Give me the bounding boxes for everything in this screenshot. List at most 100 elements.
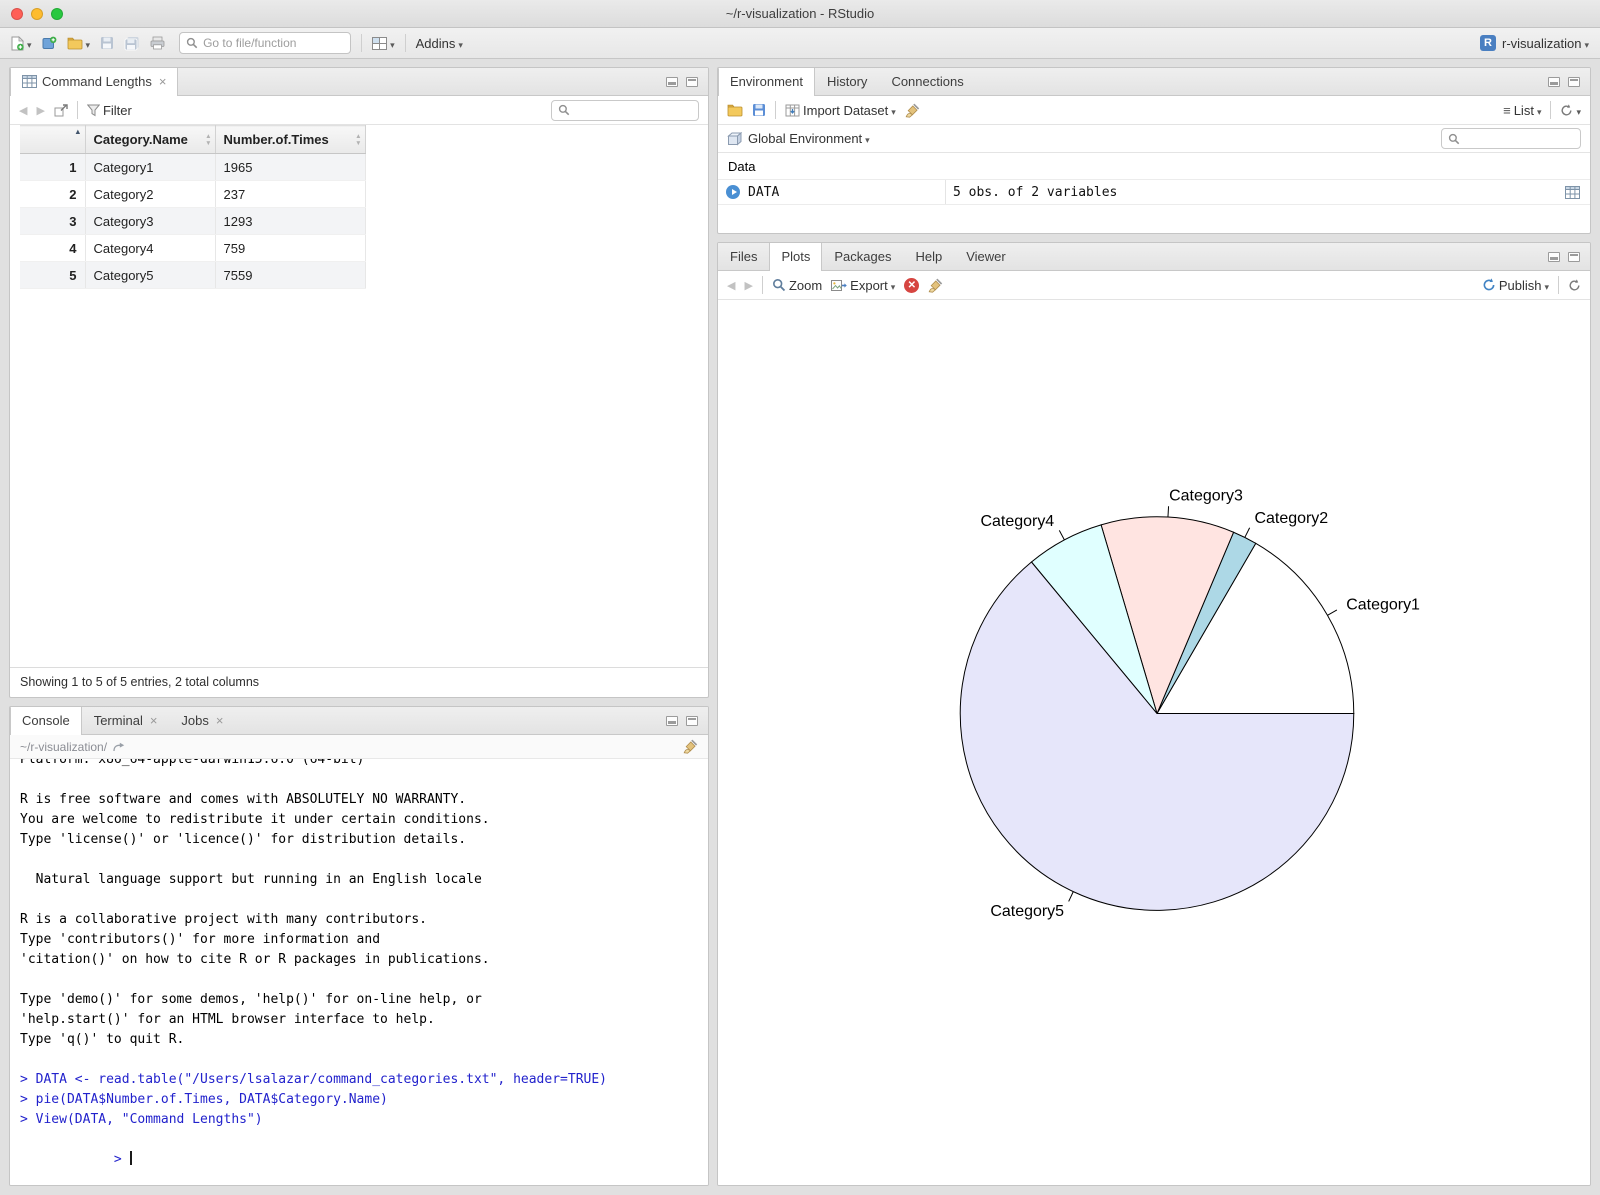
save-all-button[interactable]	[124, 36, 140, 51]
filter-button[interactable]: Filter	[86, 102, 132, 118]
import-dataset-button[interactable]: Import Dataset	[785, 103, 896, 118]
new-project-button[interactable]	[42, 36, 57, 50]
remove-plot-icon[interactable]	[904, 277, 920, 293]
save-button[interactable]	[100, 36, 114, 50]
close-icon[interactable]: ×	[159, 75, 167, 88]
table-row[interactable]: 5 Category5 7559	[20, 261, 366, 289]
export-label: Export	[850, 277, 888, 293]
clear-all-plots-broom-icon[interactable]	[928, 278, 943, 293]
fullscreen-window-button[interactable]	[51, 7, 63, 20]
caret-down-icon	[1576, 103, 1581, 118]
tab-plots[interactable]: Plots	[769, 243, 823, 271]
filter-label: Filter	[102, 102, 132, 118]
load-workspace-icon[interactable]	[727, 104, 743, 117]
tab-jobs[interactable]: Jobs ×	[169, 707, 235, 734]
pane-layout-button[interactable]	[372, 36, 395, 51]
pie-chart: Category1 Category2 Category3 Category4 Cate…	[959, 487, 1420, 920]
refresh-plot-icon[interactable]	[1568, 278, 1581, 292]
next-plot-icon[interactable]: ▶	[744, 279, 752, 292]
tab-command-lengths[interactable]: Command Lengths ×	[10, 68, 179, 96]
environment-object-list: DATA 5 obs. of 2 variables	[718, 179, 1590, 205]
tab-help[interactable]: Help	[903, 243, 954, 270]
console-lines: Platform: x86_64-apple-darwin15.6.0 (64-…	[20, 759, 698, 1130]
table-search-input[interactable]	[575, 103, 692, 117]
data-table-area: Category.Name Number.of.Times 1Category1…	[10, 125, 708, 667]
table-row[interactable]: 1 Category1 1965	[20, 153, 366, 181]
back-icon[interactable]: ◀	[19, 104, 27, 117]
tab-environment[interactable]: Environment	[718, 68, 815, 96]
import-dataset-label: Import Dataset	[803, 102, 889, 118]
number-of-times-cell: 1293	[215, 207, 366, 235]
console-input-line: > View(DATA, "Command Lengths")	[20, 1112, 263, 1127]
tab-connections[interactable]: Connections	[879, 68, 975, 95]
addins-button[interactable]: Addins	[416, 36, 463, 51]
popout-window-icon[interactable]	[54, 103, 68, 117]
tab-history[interactable]: History	[815, 68, 879, 95]
close-icon[interactable]: ×	[216, 714, 224, 727]
save-icon	[100, 36, 114, 50]
maximize-pane-icon[interactable]	[1568, 76, 1580, 87]
environment-scope-selector[interactable]: Global Environment	[748, 131, 870, 146]
console-prompt-line: >	[20, 1130, 698, 1185]
environment-object-row[interactable]: DATA 5 obs. of 2 variables	[718, 179, 1590, 205]
export-button[interactable]: Export	[831, 278, 895, 293]
table-row[interactable]: 4 Category4 759	[20, 234, 366, 262]
toolbar-separator	[1558, 276, 1559, 294]
column-header-number-of-times[interactable]: Number.of.Times	[215, 125, 366, 154]
left-column: Command Lengths × ◀ ▶ Filter ▲ Category.…	[9, 67, 709, 1186]
view-table-icon[interactable]	[1565, 185, 1590, 199]
forward-icon[interactable]: ▶	[36, 104, 44, 117]
print-button[interactable]	[150, 36, 165, 50]
console-input-line: > DATA <- read.table("/Users/lsalazar/co…	[20, 1072, 607, 1087]
plots-toolbar: ◀ ▶ Zoom Export ▾ ✕ Publish ▾	[718, 271, 1590, 300]
maximize-pane-icon[interactable]	[686, 715, 698, 726]
new-project-icon	[42, 36, 57, 50]
column-header-category-name[interactable]: Category.Name	[85, 125, 216, 154]
row-number-header[interactable]	[20, 125, 86, 154]
goto-file-input[interactable]	[203, 36, 345, 50]
zoom-button[interactable]: Zoom	[772, 278, 822, 293]
minimize-pane-icon[interactable]	[666, 76, 678, 87]
toolbar-separator	[775, 101, 776, 119]
project-menu-button[interactable]: R r-visualization	[1479, 35, 1589, 51]
save-workspace-icon[interactable]	[752, 103, 766, 117]
tab-packages[interactable]: Packages	[822, 243, 903, 270]
close-window-button[interactable]	[11, 7, 23, 20]
minimize-pane-icon[interactable]	[1548, 251, 1560, 262]
maximize-pane-icon[interactable]	[1568, 251, 1580, 262]
tab-console[interactable]: Console	[10, 707, 82, 735]
minimize-pane-icon[interactable]	[1548, 76, 1560, 87]
goto-file-box	[179, 32, 352, 54]
goto-directory-icon[interactable]	[113, 742, 125, 752]
toolbar-separator	[1550, 101, 1552, 119]
import-dataset-icon	[785, 104, 800, 117]
pane-window-buttons	[656, 68, 708, 95]
clear-console-broom-icon[interactable]	[683, 739, 698, 754]
open-file-button[interactable]	[67, 36, 91, 51]
table-row[interactable]: 3 Category3 1293	[20, 207, 366, 235]
maximize-pane-icon[interactable]	[686, 76, 698, 87]
tab-terminal[interactable]: Terminal ×	[82, 707, 170, 734]
clear-environment-broom-icon[interactable]	[905, 103, 920, 118]
list-view-button[interactable]: ≡ List	[1503, 103, 1541, 118]
sort-icons[interactable]	[205, 133, 211, 147]
minimize-window-button[interactable]	[31, 7, 43, 20]
table-row[interactable]: 2 Category2 237	[20, 180, 366, 208]
close-icon[interactable]: ×	[150, 714, 158, 727]
tab-viewer[interactable]: Viewer	[954, 243, 1018, 270]
refresh-environment-button[interactable]	[1560, 103, 1581, 118]
console-output-line: 'help.start()' for an HTML browser inter…	[20, 1012, 435, 1027]
category-name-cell: Category5	[85, 261, 216, 289]
previous-plot-icon[interactable]: ◀	[727, 279, 735, 292]
publish-button[interactable]: Publish	[1482, 278, 1549, 293]
environment-scope-row: Global Environment	[718, 125, 1590, 153]
minimize-pane-icon[interactable]	[666, 715, 678, 726]
console-output-line: Type 'license()' or 'licence()' for dist…	[20, 832, 467, 847]
new-file-button[interactable]	[11, 35, 32, 51]
sort-icons[interactable]	[355, 133, 361, 147]
tab-files[interactable]: Files	[718, 243, 769, 270]
environment-search-input[interactable]	[1465, 131, 1574, 146]
expand-object-icon[interactable]	[726, 185, 740, 199]
console-output[interactable]: Platform: x86_64-apple-darwin15.6.0 (64-…	[10, 759, 708, 1185]
